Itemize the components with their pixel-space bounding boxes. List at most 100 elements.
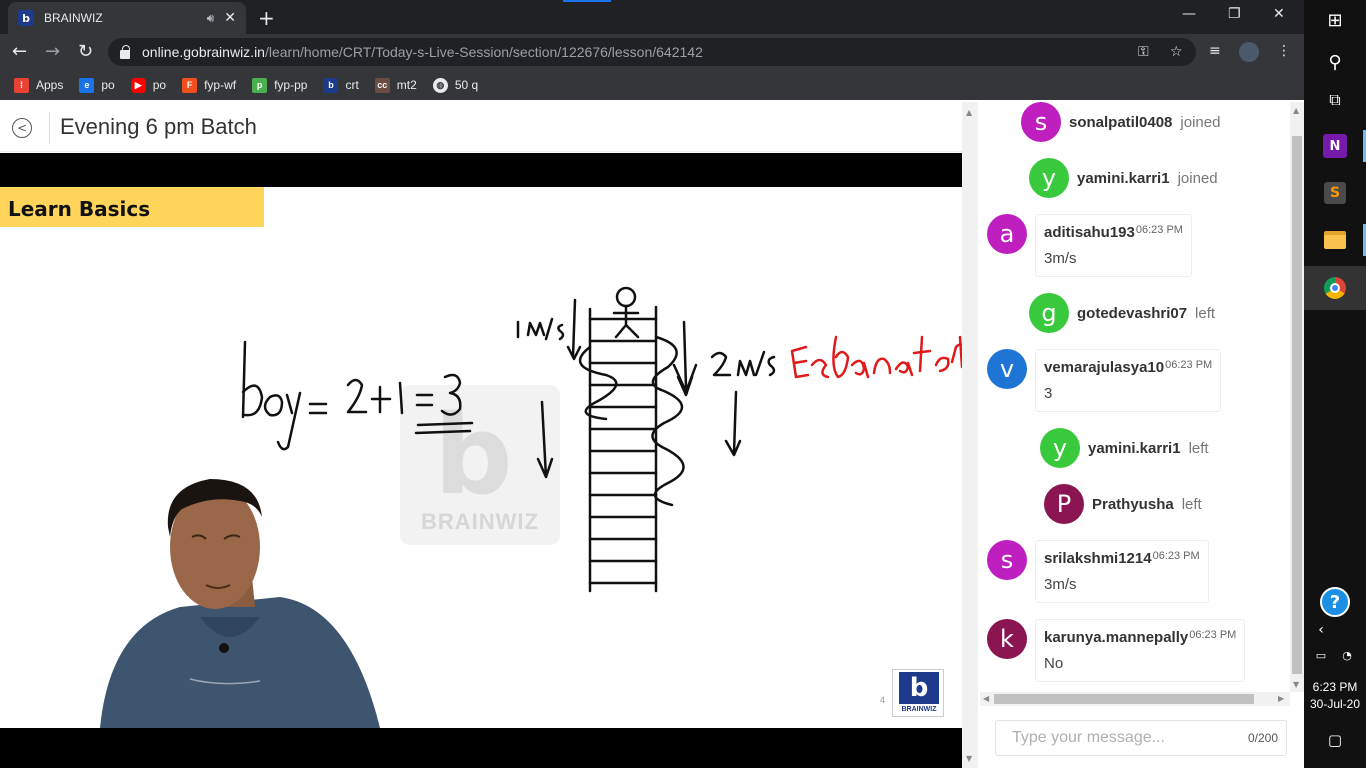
globe-icon: ◍: [432, 77, 448, 93]
bookmark-mt2[interactable]: cc mt2: [374, 77, 417, 93]
back-arrow-icon[interactable]: ←: [12, 41, 27, 62]
message-bubble: srilakshmi121406:23 PM 3m/s: [1035, 540, 1209, 603]
logo-text: BRAINWIZ: [901, 706, 937, 713]
scrollbar-thumb[interactable]: [1292, 136, 1302, 674]
avatar: y: [1040, 428, 1080, 468]
chat-event: s sonalpatil0408 joined: [1021, 102, 1220, 142]
taskbar-date[interactable]: 30-Jul-20: [1304, 697, 1366, 711]
message-user: aditisahu193: [1044, 224, 1135, 241]
bookmark-star-icon[interactable]: ☆: [1170, 44, 1183, 60]
chrome-app[interactable]: [1304, 266, 1366, 310]
new-tab-icon[interactable]: +: [258, 6, 275, 30]
menu-dots-icon[interactable]: ⋮: [1277, 43, 1291, 59]
chat-message: v vemarajulasya1006:23 PM 3: [987, 349, 1222, 412]
message-time: 06:23 PM: [1135, 224, 1183, 236]
message-bubble: karunya.mannepally06:23 PM No: [1035, 619, 1246, 682]
reload-icon[interactable]: ↻: [78, 41, 93, 62]
scroll-down-arrow-icon[interactable]: ▼: [1293, 680, 1299, 689]
onenote-icon: N: [1323, 134, 1347, 158]
event-user: yamini.karri1: [1088, 439, 1181, 457]
chat-vertical-scrollbar[interactable]: ▲ ▼: [1290, 102, 1304, 692]
event-action: left: [1181, 495, 1202, 513]
address-bar[interactable]: online.gobrainwiz.in /learn/home/CRT/Tod…: [108, 38, 1196, 66]
media-control-icon[interactable]: ≡: [1209, 43, 1221, 59]
key-icon[interactable]: ⚿: [1138, 44, 1149, 60]
chat-panel: ▲ ▼ s sonalpatil0408 joined y yamini.kar…: [962, 102, 1304, 768]
audio-playing-icon[interactable]: 🔊︎: [207, 11, 215, 26]
search-icon[interactable]: ⚲: [1304, 50, 1366, 74]
message-user: karunya.mannepally: [1044, 629, 1189, 646]
chat-message-input[interactable]: [996, 721, 1236, 755]
scrollbar-thumb[interactable]: [994, 694, 1254, 704]
back-circle-icon[interactable]: <: [12, 118, 32, 138]
web-page: < Evening 6 pm Batch Learn Basics b BRAI…: [0, 102, 1304, 768]
windows-taskbar: ⊞ ⚲ ⧉ N S ? ‹ ▭ ◔ 6:23 PM 30-Jul-20 ▢: [1304, 0, 1366, 768]
scroll-up-arrow-icon[interactable]: ▲: [1293, 106, 1299, 115]
event-user: gotedevashri07: [1077, 304, 1188, 322]
bookmark-label: 50 q: [454, 78, 479, 92]
scroll-down-arrow-icon[interactable]: ▼: [966, 754, 972, 763]
left-scrollbar[interactable]: ▲ ▼: [962, 102, 978, 768]
avatar: v: [987, 349, 1027, 389]
header-divider: [49, 112, 50, 144]
close-tab-icon[interactable]: ✕: [224, 10, 236, 26]
taskbar-time[interactable]: 6:23 PM: [1304, 680, 1366, 694]
figma-icon: F: [182, 77, 198, 93]
bookmark-fyp-wf[interactable]: F fyp-wf: [182, 77, 236, 93]
help-button[interactable]: ?: [1304, 586, 1366, 618]
brainwiz-logo: b BRAINWIZ: [892, 669, 944, 717]
scroll-left-arrow-icon[interactable]: ◀: [983, 694, 989, 703]
chat-event: g gotedevashri07 left: [1029, 293, 1215, 333]
forward-arrow-icon[interactable]: →: [45, 41, 60, 62]
restore-icon[interactable]: ❐: [1228, 6, 1241, 22]
bookmark-label: crt: [345, 78, 359, 92]
task-view-icon[interactable]: ⧉: [1304, 88, 1366, 112]
file-explorer-app[interactable]: [1304, 224, 1366, 256]
profile-avatar[interactable]: [1239, 42, 1259, 62]
bookmark-apps[interactable]: ⁞ Apps: [14, 77, 63, 93]
video-player[interactable]: Learn Basics b BRAINWIZ 4 b BRAINWIZ: [0, 153, 962, 768]
avatar: a: [987, 214, 1027, 254]
minimize-icon[interactable]: —: [1182, 6, 1196, 22]
bookmark-50q[interactable]: ◍ 50 q: [432, 77, 479, 93]
slide-number: 4: [880, 695, 886, 705]
event-action: left: [1188, 439, 1209, 457]
avatar: P: [1044, 484, 1084, 524]
instructor-video: [100, 479, 380, 728]
chat-event: y yamini.karri1 left: [1040, 428, 1209, 468]
brainwiz-b-icon: b: [899, 672, 939, 704]
scroll-up-arrow-icon[interactable]: ▲: [966, 108, 972, 117]
message-user: srilakshmi1214: [1044, 550, 1152, 567]
bookmarks-bar: ⁞ Apps e po ▶ po F fyp-wf p fyp-pp b crt: [0, 70, 1304, 100]
bookmark-po-2[interactable]: ▶ po: [130, 77, 166, 93]
onenote-app[interactable]: N: [1304, 130, 1366, 162]
show-hidden-icons-chevron-icon[interactable]: ‹: [1290, 620, 1352, 640]
message-time: 06:23 PM: [1189, 629, 1237, 641]
event-user: sonalpatil0408: [1069, 113, 1173, 131]
event-action: joined: [1180, 113, 1221, 131]
event-user: Prathyusha: [1092, 495, 1174, 513]
bookmark-crt[interactable]: b crt: [323, 77, 359, 93]
bookmark-fyp-pp[interactable]: p fyp-pp: [252, 77, 307, 93]
windows-start-icon[interactable]: ⊞: [1304, 8, 1366, 32]
event-user: yamini.karri1: [1077, 169, 1170, 187]
bookmark-label: mt2: [396, 78, 417, 92]
avatar: y: [1029, 158, 1069, 198]
chat-message: k karunya.mannepally06:23 PM No: [987, 619, 1246, 682]
chat-messages[interactable]: s sonalpatil0408 joined y yamini.karri1 …: [978, 102, 1290, 692]
help-question-icon: ?: [1320, 587, 1350, 617]
bookmark-po-1[interactable]: e po: [79, 77, 115, 93]
sublime-app[interactable]: S: [1304, 177, 1366, 209]
chat-horizontal-scrollbar[interactable]: ◀ ▶: [980, 692, 1290, 706]
bookmark-label: po: [101, 78, 115, 92]
notification-center-icon[interactable]: ▢: [1304, 730, 1366, 750]
brainwiz-icon: b: [323, 77, 339, 93]
scroll-right-arrow-icon[interactable]: ▶: [1278, 694, 1284, 703]
avatar: g: [1029, 293, 1069, 333]
close-window-icon[interactable]: ✕: [1273, 6, 1285, 22]
browser-tab[interactable]: b BRAINWIZ 🔊︎ ✕: [8, 2, 246, 34]
e-icon: e: [79, 77, 95, 93]
tab-title: BRAINWIZ: [44, 11, 103, 25]
sublime-icon: S: [1324, 182, 1346, 204]
wifi-icon[interactable]: ◔: [1316, 646, 1366, 664]
